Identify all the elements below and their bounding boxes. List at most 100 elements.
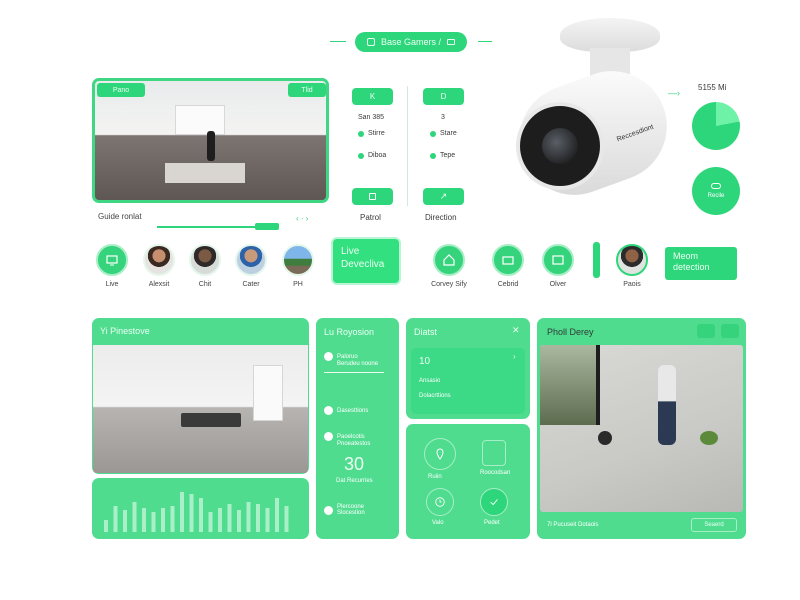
doc-label: Roocodsan <box>480 470 511 476</box>
close-icon[interactable]: ✕ <box>512 325 520 336</box>
feed-caption: Guide ronlat <box>98 212 142 221</box>
pie-chart <box>692 102 740 150</box>
activity-bar <box>275 498 279 532</box>
panel3-title: Diatst <box>414 327 438 337</box>
panel2-big-number: 30 <box>344 454 365 474</box>
panel2-item-title: Dasesttions <box>337 407 369 414</box>
pin-icon-button[interactable] <box>424 438 456 470</box>
panel2-slider[interactable] <box>324 372 384 373</box>
activity-bar <box>113 506 118 532</box>
panel4-camera-view[interactable] <box>540 345 743 512</box>
arrow-line: —› <box>668 88 680 98</box>
dot-icon <box>430 130 436 137</box>
direction-label: Direction <box>425 213 457 222</box>
activity-bar <box>151 512 156 532</box>
panel4-tool-2[interactable] <box>721 324 739 338</box>
control-button-k[interactable]: K <box>352 88 393 105</box>
feed-badge-left[interactable]: Pano <box>97 83 145 97</box>
avatar-5[interactable] <box>616 244 648 276</box>
item-right-2[interactable]: Tepe <box>430 152 455 159</box>
quick-label-4: PH <box>293 281 303 288</box>
activity-bar <box>170 506 175 532</box>
direction-button[interactable]: ↗ <box>423 188 464 205</box>
panel2-item-2[interactable]: Paoelcotis Pnoeatestos <box>324 432 394 447</box>
outdoor-window <box>540 345 600 425</box>
panel2-big-sub: Dat Recurries <box>336 478 373 484</box>
avatar-4[interactable] <box>282 244 314 276</box>
panel2-item-0[interactable]: Paloruo Berudeu noone <box>324 352 394 373</box>
activity-bar <box>104 520 108 532</box>
doc-icon-button[interactable] <box>482 440 506 466</box>
avatar-2[interactable] <box>189 244 221 276</box>
controls-divider <box>407 86 408 206</box>
panel-events: Lu Royosion Paloruo Berudeu noone Dasest… <box>316 318 399 539</box>
activity-bar <box>199 498 203 532</box>
panel1-room-image[interactable] <box>93 345 308 473</box>
item-right-1[interactable]: Stare <box>430 130 457 137</box>
rug <box>165 163 245 183</box>
panel2-item-1[interactable]: Dasesttions <box>324 406 368 415</box>
timeline-handle[interactable] <box>255 223 279 230</box>
panel-data: Diatst ✕ 10 Ansasio Dolacrttions › <box>406 318 530 419</box>
live-delivery-button[interactable]: Live Devecliva <box>333 239 399 283</box>
feed-badge-right[interactable]: Tlid <box>288 83 326 97</box>
check-icon-button[interactable] <box>480 488 508 516</box>
patrol-button[interactable] <box>352 188 393 205</box>
avatar-1[interactable] <box>143 244 175 276</box>
header-pill[interactable]: Base Gamers / <box>355 32 467 52</box>
motion-detection-button[interactable]: Meom detection <box>665 247 737 280</box>
timeline-arrows[interactable]: ‹ · › <box>296 214 308 223</box>
control-button-d[interactable]: D <box>423 88 464 105</box>
live-button-line1: Live <box>341 246 360 257</box>
clock-icon-button[interactable] <box>426 488 454 516</box>
panel-activity-bars <box>92 478 309 539</box>
plant <box>700 431 718 445</box>
panel2-footer-text: Plercoone Slocestion <box>337 504 365 516</box>
check-icon <box>490 499 498 506</box>
person-walking <box>658 365 676 445</box>
motion-line1: Meom <box>673 251 699 261</box>
quick-label-0: Live <box>105 281 119 288</box>
home-icon-button[interactable] <box>433 244 465 276</box>
clock-icon <box>435 497 445 507</box>
top-live-feed[interactable]: Pano Tlid <box>92 78 329 203</box>
live-icon-button[interactable] <box>96 244 128 276</box>
quick-right-label-2: Olver <box>549 281 567 288</box>
panel2-footer[interactable]: Plercoone Slocestion <box>324 504 387 516</box>
avatar-3[interactable] <box>235 244 267 276</box>
panel-playback: Yi Pinestove <box>92 318 309 474</box>
panel3-card[interactable]: 10 Ansasio Dolacrttions › <box>411 348 525 414</box>
header-line-right <box>478 41 492 42</box>
item-left-1[interactable]: Stirre <box>358 130 385 137</box>
header-line-left <box>330 41 346 42</box>
avatar-small <box>324 406 333 415</box>
panel4-footer-button[interactable]: Seaerd <box>691 518 737 532</box>
dot-icon <box>358 130 364 137</box>
panel4-tool-1[interactable] <box>697 324 715 338</box>
folder-icon-button[interactable] <box>492 244 524 276</box>
clock-label: Valo <box>432 520 444 526</box>
panel2-item-title: Paloruo <box>337 353 358 360</box>
activity-bar <box>161 508 165 532</box>
panel2-item-sub: Berudeu noone <box>337 361 379 367</box>
activity-bar <box>132 502 137 532</box>
activity-bar <box>180 492 184 532</box>
robot-vacuum <box>598 431 612 445</box>
status-circle[interactable]: Recile <box>692 167 740 215</box>
avatar-small <box>324 352 333 361</box>
activity-bar <box>227 504 232 532</box>
home-icon <box>443 254 455 266</box>
activity-bar <box>142 508 146 532</box>
screen-icon <box>552 255 564 265</box>
activity-bar <box>189 494 194 532</box>
panel-controls-grid: Ruiin Roocodsan Valo Pedet <box>406 424 530 539</box>
activity-bar <box>123 510 127 532</box>
live-button-line2: Devecliva <box>341 259 385 270</box>
window-light <box>175 105 225 135</box>
screen-icon-button[interactable] <box>542 244 574 276</box>
activity-bar <box>208 512 213 532</box>
item-left-2[interactable]: Diboa <box>358 152 386 159</box>
panel3-card-line1: Ansasio <box>419 378 441 384</box>
activity-bar <box>256 504 260 532</box>
activity-bar <box>265 508 270 532</box>
